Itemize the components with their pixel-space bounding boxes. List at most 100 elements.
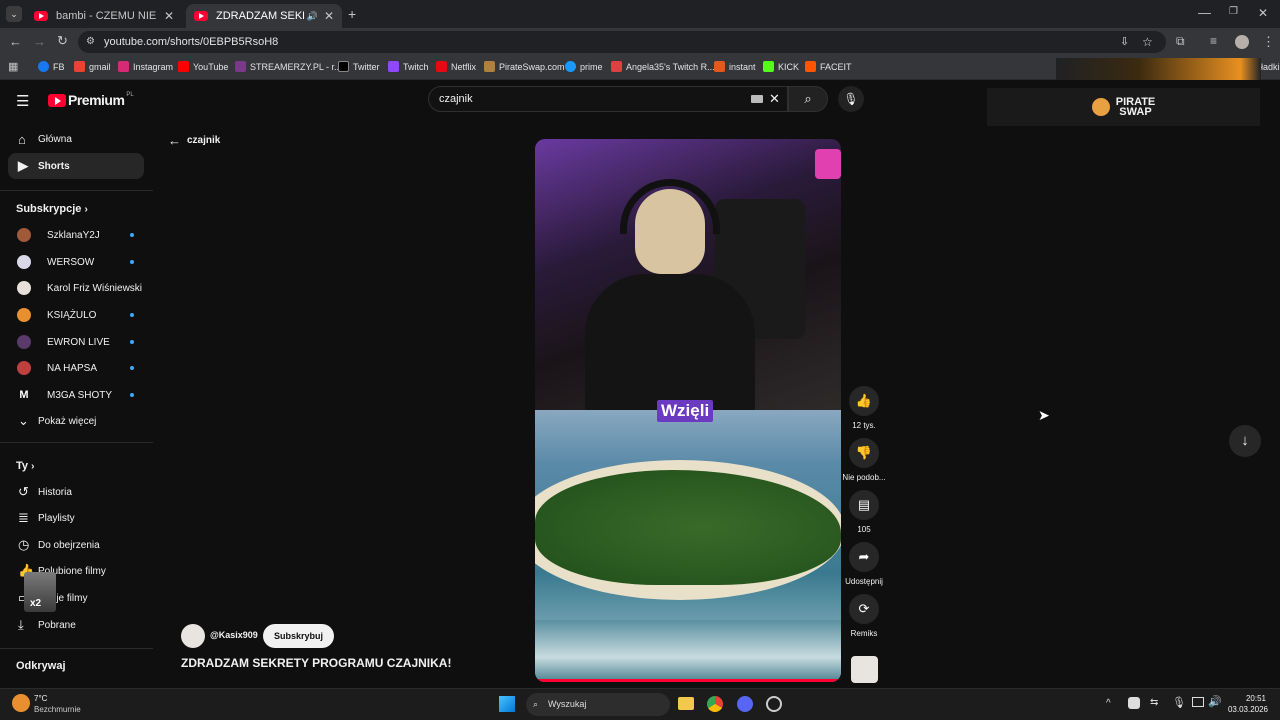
chrome-icon[interactable] bbox=[707, 696, 723, 712]
search-button[interactable]: ⌕ bbox=[788, 86, 828, 112]
subscriptions-header[interactable]: Subskrypcje › bbox=[16, 203, 88, 215]
sidebar-item-home[interactable]: ⌂ Główna bbox=[8, 126, 144, 152]
bookmark-instant[interactable]: instant bbox=[714, 61, 756, 72]
bookmark-streamerzy[interactable]: STREAMERZY.PL - r... bbox=[235, 61, 342, 72]
tab-bambi[interactable]: bambi - CZEMU NIE ŚPISZ? (De ✕ bbox=[26, 4, 182, 28]
back-to-search[interactable]: ← czajnik bbox=[168, 133, 220, 148]
channel-avatar[interactable] bbox=[181, 624, 205, 648]
show-more-button[interactable]: ⌄ Pokaż więcej bbox=[8, 408, 144, 434]
weather-icon[interactable] bbox=[12, 694, 30, 712]
video-bottom-island bbox=[535, 410, 841, 682]
sidebar-item-shorts[interactable]: ▶ Shorts bbox=[8, 153, 144, 179]
search-input[interactable]: czajnik ✕ bbox=[428, 86, 788, 112]
instagram-icon bbox=[118, 61, 129, 72]
bookmark-star-icon[interactable]: ☆ bbox=[1142, 31, 1153, 53]
menu-hamburger-icon[interactable]: ☰ bbox=[16, 92, 29, 110]
short-video-player[interactable]: Wzięli bbox=[535, 139, 841, 682]
sidebar-item-downloads[interactable]: ⤓ Pobrane bbox=[8, 612, 144, 638]
youtube-premium-logo[interactable]: Premium PL bbox=[48, 92, 134, 108]
sidebar-sub-nahapsa[interactable]: NA HAPSA bbox=[8, 355, 144, 381]
progress-bar[interactable] bbox=[535, 679, 841, 682]
sidebar-sub-m3ga[interactable]: M M3GA SHOTY bbox=[8, 382, 144, 408]
you-header[interactable]: Ty › bbox=[16, 460, 34, 472]
thumbs-down-icon: 👎 bbox=[855, 445, 873, 460]
comments-button[interactable]: ▤ bbox=[849, 490, 879, 520]
sound-thumbnail[interactable] bbox=[851, 656, 878, 683]
sidebar-sub-wersow[interactable]: WERSOW bbox=[8, 249, 144, 275]
history-icon: ↺ bbox=[18, 484, 29, 499]
new-content-dot bbox=[130, 313, 134, 317]
install-app-icon[interactable]: ⇩ bbox=[1120, 31, 1129, 53]
volume-icon[interactable]: 🔊 bbox=[1208, 695, 1222, 708]
chevron-right-icon: › bbox=[84, 204, 88, 215]
clock-time[interactable]: 20:51 bbox=[1228, 694, 1266, 703]
bookmark-twitter[interactable]: Twitter bbox=[338, 61, 380, 72]
bookmark-angela[interactable]: Angela35's Twitch R... bbox=[611, 61, 715, 72]
keyboard-icon[interactable] bbox=[751, 95, 763, 103]
clock-icon: ◷ bbox=[18, 537, 30, 552]
sidebar-sub-szklanay2j[interactable]: SzklanaY2J bbox=[8, 222, 144, 248]
next-short-button[interactable]: ↓ bbox=[1229, 425, 1261, 457]
bookmark-netflix[interactable]: Netflix bbox=[436, 61, 476, 72]
site-info-icon[interactable]: ⚙ bbox=[86, 31, 95, 53]
profile-avatar[interactable] bbox=[1235, 35, 1249, 49]
bookmark-fb[interactable]: FB bbox=[38, 61, 65, 72]
like-button[interactable]: 👍 bbox=[849, 386, 879, 416]
close-window-icon[interactable]: ✕ bbox=[1258, 6, 1268, 20]
bookmark-instagram[interactable]: Instagram bbox=[118, 61, 173, 72]
remix-button[interactable]: ⟳ bbox=[849, 594, 879, 624]
new-tab-icon[interactable]: + bbox=[348, 6, 356, 22]
bookmark-twitch[interactable]: Twitch bbox=[388, 61, 429, 72]
pirateswap-ad[interactable]: PIRATE SWAP bbox=[987, 88, 1260, 126]
tray-app-icon[interactable]: ⇆ bbox=[1150, 697, 1158, 708]
file-explorer-icon[interactable] bbox=[678, 697, 694, 710]
sidebar-item-watch-later[interactable]: ◷ Do obejrzenia bbox=[8, 532, 144, 558]
tab-active-short[interactable]: ZDRADZAM SEKRETY PROG 🔊 ✕ bbox=[186, 4, 342, 28]
bookmark-pirateswap[interactable]: PirateSwap.com bbox=[484, 61, 565, 72]
tab-search-button[interactable]: ⌄ bbox=[6, 6, 22, 22]
show-more-label: Pokaż więcej bbox=[38, 415, 97, 427]
close-tab-icon[interactable]: ✕ bbox=[324, 9, 334, 23]
url-text: youtube.com/shorts/0EBPB5RsoH8 bbox=[104, 36, 279, 48]
minimize-icon[interactable]: — bbox=[1198, 5, 1211, 20]
bookmark-faceit[interactable]: FACEIT bbox=[805, 61, 852, 72]
share-button[interactable]: ➦ bbox=[849, 542, 879, 572]
reload-icon[interactable]: ↻ bbox=[57, 33, 68, 49]
bookmark-youtube[interactable]: YouTube bbox=[178, 61, 228, 72]
clear-search-icon[interactable]: ✕ bbox=[769, 91, 780, 107]
apps-grid-icon[interactable]: ▦ bbox=[8, 60, 18, 73]
bookmark-prime[interactable]: prime bbox=[565, 61, 603, 72]
monitor-icon[interactable] bbox=[1192, 697, 1204, 707]
taskbar-search[interactable]: ⌕ Wyszukaj bbox=[526, 693, 670, 716]
voice-search-button[interactable]: 🎙 bbox=[838, 86, 864, 112]
media-control-icon[interactable]: ≡ bbox=[1210, 34, 1217, 48]
extensions-icon[interactable]: ⧉ bbox=[1176, 34, 1185, 49]
forward-icon[interactable]: → bbox=[33, 34, 46, 49]
sidebar-item-history[interactable]: ↺ Historia bbox=[8, 479, 144, 505]
tray-discord-icon[interactable] bbox=[1128, 697, 1140, 709]
discord-icon[interactable] bbox=[737, 696, 753, 712]
start-button[interactable] bbox=[499, 696, 515, 712]
sidebar-item-label: Główna bbox=[38, 133, 72, 145]
avatar: M bbox=[17, 388, 31, 402]
clock-date[interactable]: 03.03.2026 bbox=[1224, 705, 1268, 714]
channel-handle[interactable]: @Kasix909 bbox=[210, 630, 258, 640]
avatar bbox=[17, 361, 31, 375]
microphone-tray-icon[interactable]: 🎙 bbox=[1172, 696, 1186, 709]
sidebar-sub-ksiazulo[interactable]: KSIĄŻULO bbox=[8, 302, 144, 328]
dislike-button[interactable]: 👎 bbox=[849, 438, 879, 468]
bookmark-kick[interactable]: KICK bbox=[763, 61, 799, 72]
audio-playing-icon[interactable]: 🔊 bbox=[307, 11, 318, 22]
sidebar-sub-ewron[interactable]: EWRON LIVE bbox=[8, 329, 144, 355]
restore-icon[interactable]: ❐ bbox=[1229, 6, 1238, 17]
sidebar-sub-friz[interactable]: Karol Friz Wiśniewski bbox=[8, 275, 144, 301]
close-tab-icon[interactable]: ✕ bbox=[164, 9, 174, 23]
tray-expand-icon[interactable]: ^ bbox=[1106, 698, 1111, 709]
back-icon[interactable]: ← bbox=[9, 34, 22, 49]
bookmark-gmail[interactable]: gmail bbox=[74, 61, 111, 72]
app-icon[interactable] bbox=[766, 696, 782, 712]
menu-dots-icon[interactable]: ⋮ bbox=[1262, 34, 1275, 50]
subscribe-button[interactable]: Subskrybuj bbox=[263, 624, 335, 648]
address-bar[interactable]: ⚙ youtube.com/shorts/0EBPB5RsoH8 ⇩ ☆ bbox=[78, 31, 1166, 53]
sidebar-item-playlists[interactable]: ≣ Playlisty bbox=[8, 505, 144, 531]
